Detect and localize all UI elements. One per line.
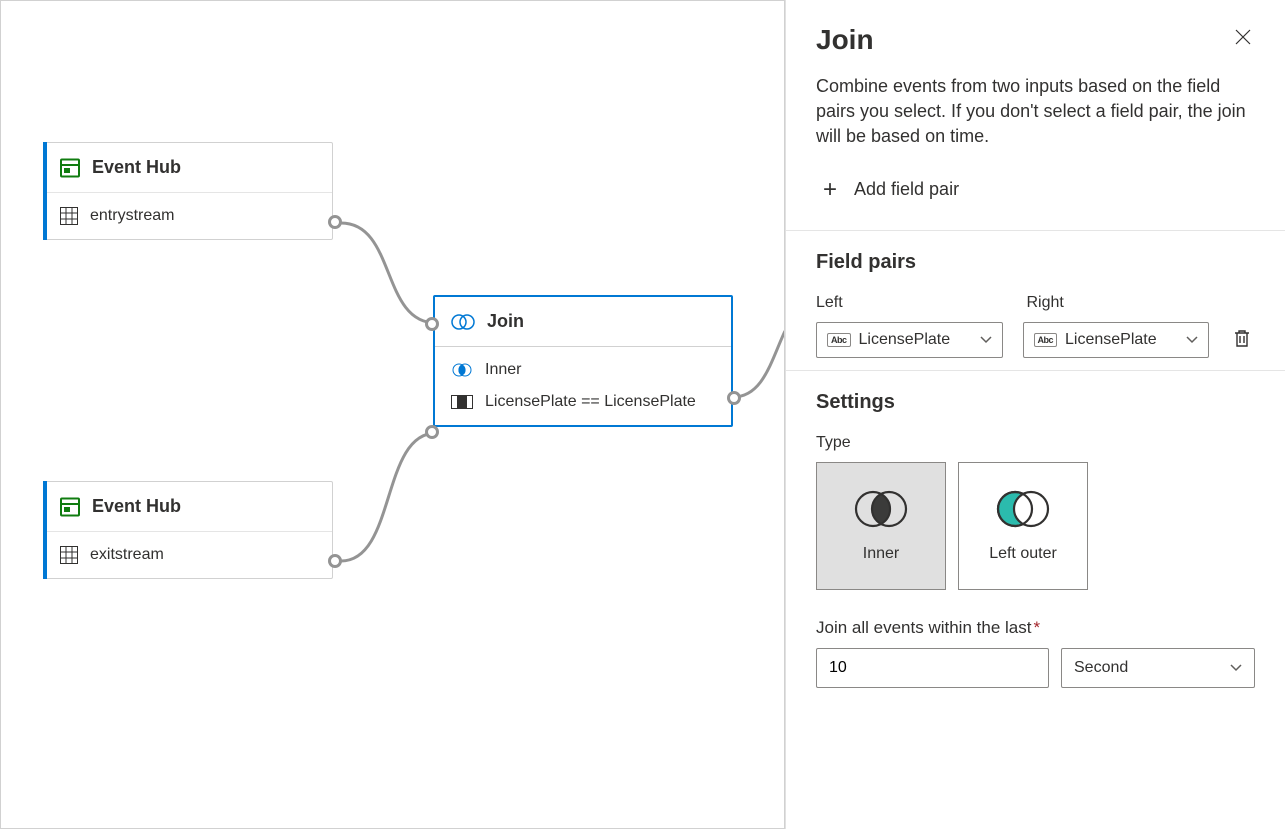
node-body: entrystream	[44, 193, 332, 239]
node-body: exitstream	[44, 532, 332, 578]
panel-description: Combine events from two inputs based on …	[816, 74, 1255, 150]
right-label: Right	[1027, 294, 1218, 312]
type-label: Type	[816, 434, 1255, 452]
time-unit-value: Second	[1074, 659, 1128, 677]
join-type-options: Inner Left outer	[816, 462, 1255, 590]
inner-join-small-icon	[451, 363, 473, 377]
input-port-2[interactable]	[425, 425, 439, 439]
venn-inner-icon	[851, 489, 911, 529]
node-title: Event Hub	[92, 157, 181, 178]
time-value-input[interactable]	[816, 648, 1049, 688]
flow-canvas[interactable]: Event Hub entrystream	[0, 0, 785, 829]
node-body: Inner LicensePlate == LicensePlate	[435, 347, 731, 425]
column-icon	[451, 395, 473, 409]
join-type-inner[interactable]: Inner	[816, 462, 946, 590]
time-window-label: Join all events within the last*	[816, 618, 1255, 638]
required-asterisk: *	[1033, 618, 1040, 637]
output-port[interactable]	[328, 215, 342, 229]
output-port[interactable]	[727, 391, 741, 405]
node-sub: exitstream	[90, 546, 164, 564]
node-header: Event Hub	[44, 143, 332, 193]
trash-icon	[1233, 328, 1251, 348]
node-event-hub-2[interactable]: Event Hub exitstream	[43, 481, 333, 579]
node-accent	[43, 481, 47, 579]
join-icon	[451, 314, 475, 330]
panel-title: Join	[816, 24, 874, 56]
node-join-type: Inner	[485, 361, 521, 379]
grid-icon	[60, 546, 78, 564]
node-condition: LicensePlate == LicensePlate	[485, 393, 696, 411]
close-button[interactable]	[1231, 24, 1255, 55]
chevron-down-icon	[980, 333, 992, 347]
event-hub-icon	[60, 497, 80, 517]
node-title: Join	[487, 311, 524, 332]
grid-icon	[60, 207, 78, 225]
divider	[786, 370, 1285, 371]
field-pair-row: Abc LicensePlate Abc LicensePlate	[816, 322, 1255, 358]
chevron-down-icon	[1186, 333, 1198, 347]
input-port-1[interactable]	[425, 317, 439, 331]
right-field-select[interactable]: Abc LicensePlate	[1023, 322, 1210, 358]
close-icon	[1235, 29, 1251, 45]
field-pair-labels: Left Right	[816, 294, 1255, 312]
string-type-icon: Abc	[827, 333, 851, 347]
add-field-pair-button[interactable]: + Add field pair	[816, 172, 961, 208]
field-pairs-title: Field pairs	[816, 251, 1255, 274]
left-label: Left	[816, 294, 1007, 312]
plus-icon: +	[818, 176, 842, 204]
left-field-value: LicensePlate	[859, 331, 951, 349]
join-type-left-outer[interactable]: Left outer	[958, 462, 1088, 590]
chevron-down-icon	[1230, 661, 1242, 675]
node-sub: entrystream	[90, 207, 174, 225]
node-accent	[43, 142, 47, 240]
output-port[interactable]	[328, 554, 342, 568]
delete-pair-button[interactable]	[1229, 324, 1255, 355]
divider	[786, 230, 1285, 231]
add-field-pair-label: Add field pair	[854, 179, 959, 200]
right-field-value: LicensePlate	[1065, 331, 1157, 349]
string-type-icon: Abc	[1034, 333, 1058, 347]
venn-left-outer-icon	[993, 489, 1053, 529]
node-header: Join	[435, 297, 731, 347]
settings-title: Settings	[816, 391, 1255, 414]
node-event-hub-1[interactable]: Event Hub entrystream	[43, 142, 333, 240]
node-title: Event Hub	[92, 496, 181, 517]
node-join[interactable]: Join Inner LicensePlate == LicensePlate	[433, 295, 733, 427]
left-field-select[interactable]: Abc LicensePlate	[816, 322, 1003, 358]
event-hub-icon	[60, 158, 80, 178]
type-inner-label: Inner	[863, 545, 899, 563]
type-left-outer-label: Left outer	[989, 545, 1057, 563]
properties-panel: Join Combine events from two inputs base…	[785, 0, 1285, 829]
node-header: Event Hub	[44, 482, 332, 532]
time-unit-select[interactable]: Second	[1061, 648, 1255, 688]
